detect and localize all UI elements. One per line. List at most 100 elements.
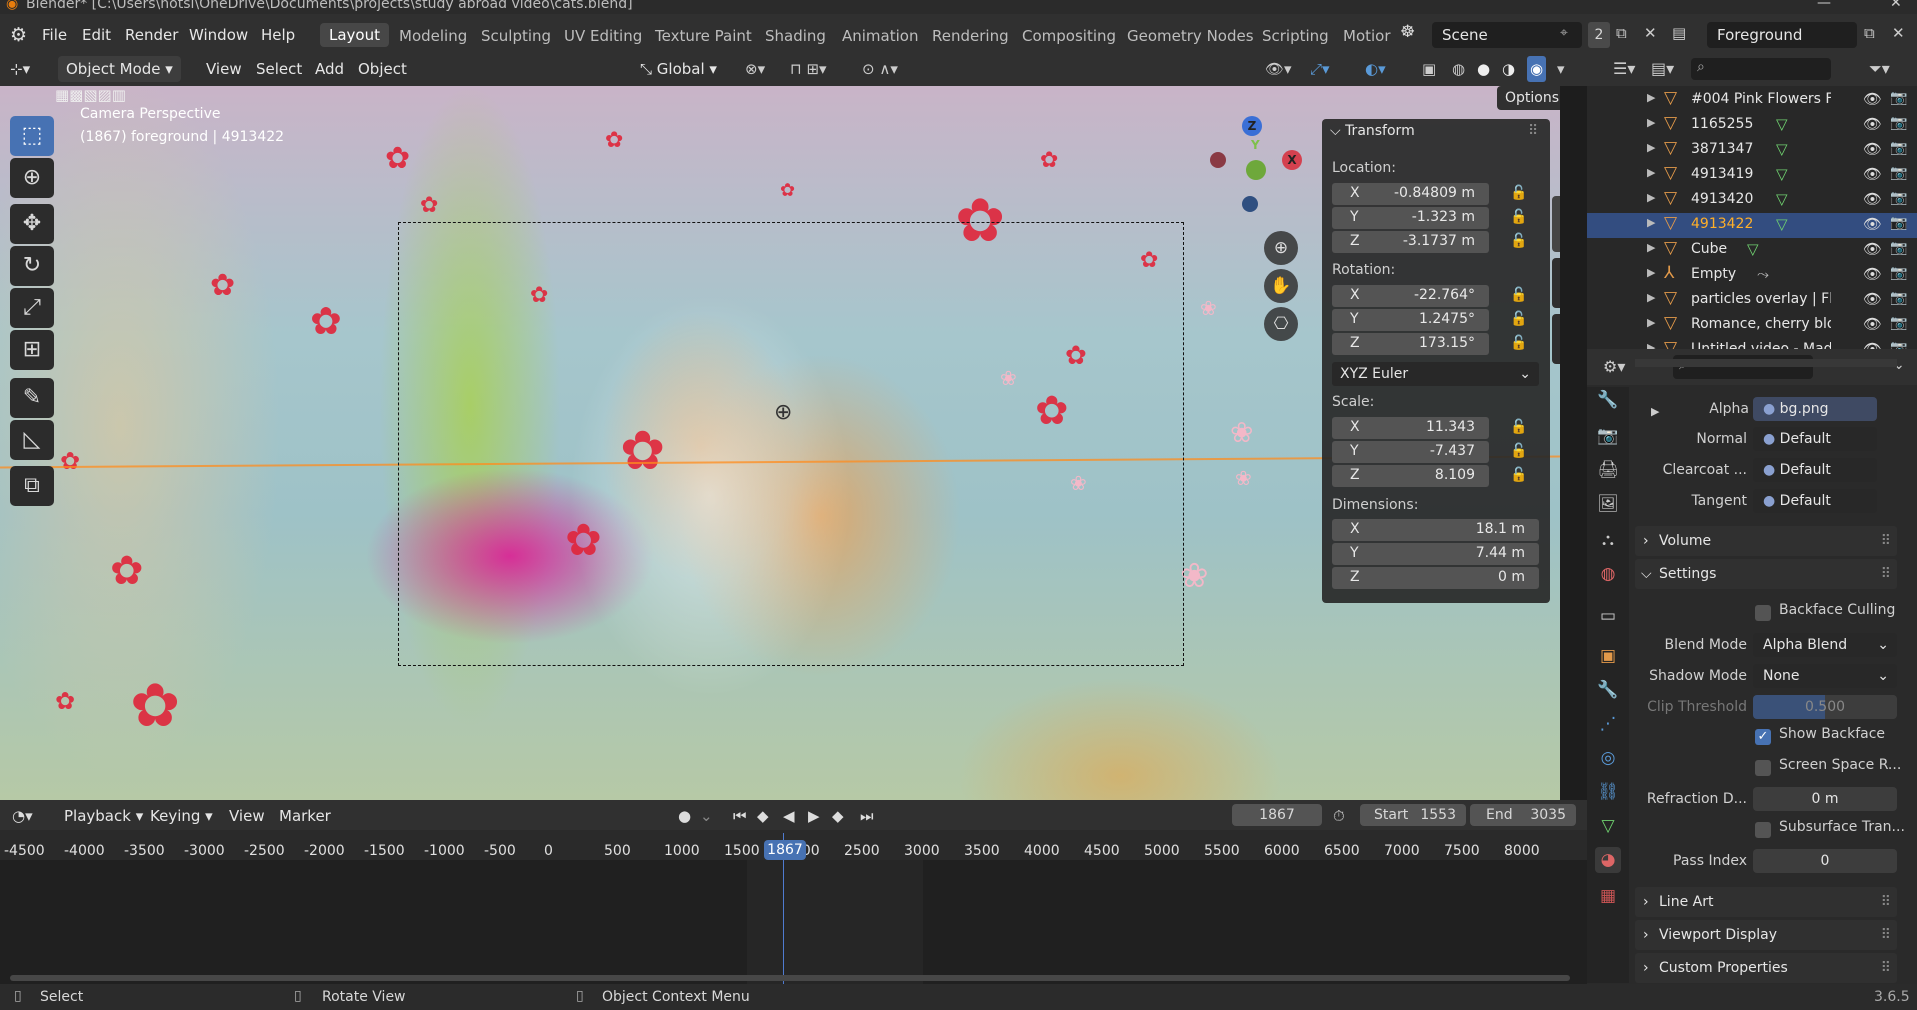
scene-icon[interactable]: ☸ [1400, 22, 1415, 42]
mode-dropdown[interactable]: Object Mode ▾ [58, 56, 181, 82]
camera-view-icon[interactable]: ⎔ [1264, 307, 1298, 341]
stopwatch-icon[interactable]: ⏱ [1333, 803, 1345, 829]
jump-start-icon[interactable]: ⏮ [733, 803, 747, 829]
viewport-display-panel-header[interactable]: › Viewport Display ⠿ [1635, 920, 1897, 950]
select-box-tool-icon[interactable]: ⬚ [10, 116, 54, 156]
blend-mode-dropdown[interactable]: Alpha Blend ⌄ [1753, 633, 1897, 657]
rotation-x-field[interactable]: X -22.764° [1332, 285, 1489, 307]
record-icon[interactable]: ● [678, 803, 691, 829]
scale-x-field[interactable]: X 11.343 [1332, 417, 1489, 439]
pan-hand-icon[interactable]: ✋ [1264, 269, 1298, 303]
drag-handle-icon[interactable]: ⠿ [1881, 953, 1891, 983]
lock-icon[interactable]: 🔓 [1510, 443, 1527, 459]
pass-index-field[interactable]: 0 [1753, 849, 1897, 873]
visibility-icon[interactable]: 👁▾ [1265, 56, 1292, 82]
collection-properties-icon[interactable]: ▭ [1595, 603, 1621, 629]
editor-type-icon[interactable]: ⚙▾ [1603, 357, 1625, 376]
rendered-shading-icon[interactable]: ◉ [1527, 56, 1547, 82]
outliner-row[interactable]: ▶ ▽ 1165255 ▽ 👁 📷 [1587, 113, 1917, 138]
outliner-item-name[interactable]: 3871347 [1691, 141, 1831, 157]
visibility-eye-icon[interactable]: 👁 [1863, 115, 1882, 133]
render-camera-icon[interactable]: 📷 [1890, 90, 1907, 106]
tab-texture-paint[interactable]: Texture Paint [655, 27, 752, 45]
transform-orientation-dropdown[interactable]: ⤡ Global ▾ [640, 56, 717, 82]
expand-arrow-icon[interactable]: ▶ [1647, 216, 1655, 229]
3d-viewport[interactable]: ▦▩▧▨▥ Options ▾ ✿ ✿ ✿ ✿ ✿ ✿ ✿ ✿ ✿ ✿ ✿ ✿ … [0, 86, 1560, 800]
drag-handle-icon[interactable]: ⠿ [1528, 123, 1538, 139]
cursor-tool-icon[interactable]: ⊕ [10, 158, 54, 198]
outliner-item-name[interactable]: particles overlay | Flc [1691, 291, 1831, 307]
visibility-eye-icon[interactable]: 👁 [1863, 265, 1882, 283]
shadow-mode-dropdown[interactable]: None ⌄ [1753, 664, 1897, 688]
gizmo-toggle-icon[interactable]: ⤢▾ [1310, 56, 1330, 82]
backface-culling-checkbox[interactable] [1755, 605, 1771, 621]
location-z-field[interactable]: Z -3.1737 m [1332, 231, 1489, 253]
modifier-properties-icon[interactable]: 🔧 [1595, 677, 1621, 703]
menu-edit[interactable]: Edit [82, 26, 111, 44]
render-camera-icon[interactable]: 📷 [1890, 290, 1907, 306]
normal-input-socket[interactable]: ● Default [1753, 427, 1877, 451]
subsurface-translucency-checkbox[interactable] [1755, 822, 1771, 838]
data-properties-icon[interactable]: ▽ [1595, 813, 1621, 839]
xray-icon[interactable]: ▣ [1422, 56, 1436, 82]
constraints-properties-icon[interactable]: ⛓ [1595, 779, 1621, 805]
tab-scripting[interactable]: Scripting [1262, 27, 1329, 45]
custom-properties-panel-header[interactable]: › Custom Properties ⠿ [1635, 953, 1897, 983]
visibility-eye-icon[interactable]: 👁 [1863, 290, 1882, 308]
location-x-field[interactable]: X -0.84809 m [1332, 183, 1489, 205]
visibility-eye-icon[interactable]: 👁 [1863, 215, 1882, 233]
screen-space-refraction-checkbox[interactable] [1755, 760, 1771, 776]
scene-user-count[interactable]: 2 [1588, 22, 1610, 48]
menu-select[interactable]: Select [256, 56, 302, 82]
settings-panel-header[interactable]: ⌵ Settings ⠿ [1635, 559, 1897, 589]
outliner-row[interactable]: ▶ ▽ 4913419 ▽ 👁 📷 [1587, 163, 1917, 188]
mesh-data-icon[interactable]: ▽ [1776, 190, 1788, 208]
lock-icon[interactable]: 🔓 [1510, 233, 1527, 249]
outliner-item-name[interactable]: Cube [1691, 241, 1831, 257]
outliner-row[interactable]: ▶ ▽ #004 Pink Flowers Fal 👁 📷 [1587, 88, 1917, 113]
gizmo-neg-x-axis[interactable] [1210, 152, 1226, 168]
close-icon[interactable]: ✕ [1890, 0, 1902, 10]
scale-z-field[interactable]: Z 8.109 [1332, 465, 1489, 487]
dimensions-x-field[interactable]: X 18.1 m [1332, 519, 1539, 541]
texture-properties-icon[interactable]: ▦ [1595, 883, 1621, 909]
expand-arrow-icon[interactable]: ▶ [1647, 191, 1655, 204]
visibility-eye-icon[interactable]: 👁 [1863, 90, 1882, 108]
render-camera-icon[interactable]: 📷 [1890, 140, 1907, 156]
mesh-data-icon[interactable]: ▽ [1747, 240, 1759, 258]
rotation-z-field[interactable]: Z 173.15° [1332, 333, 1489, 355]
new-scene-icon[interactable]: ⧉ [1616, 24, 1627, 42]
gizmo-y-axis[interactable]: Y [1246, 138, 1266, 180]
tab-motion[interactable]: Motior [1343, 27, 1391, 45]
proportional-edit-icon[interactable]: ⊙ ∧▾ [862, 56, 898, 82]
menu-add[interactable]: Add [315, 56, 344, 82]
new-view-layer-icon[interactable]: ⧉ [1864, 24, 1875, 42]
visibility-eye-icon[interactable]: 👁 [1863, 190, 1882, 208]
tab-item[interactable]: Item [1552, 196, 1560, 252]
visibility-eye-icon[interactable]: 👁 [1863, 240, 1882, 258]
minimize-icon[interactable]: — [1817, 0, 1831, 10]
outliner-item-name[interactable]: 4913422 [1691, 216, 1831, 232]
filter-icon[interactable]: ⏷▾ [1869, 59, 1890, 79]
visibility-eye-icon[interactable]: 👁 [1863, 165, 1882, 183]
menu-view[interactable]: View [206, 56, 242, 82]
tab-sculpting[interactable]: Sculpting [481, 27, 551, 45]
playhead-frame-badge[interactable]: 1867 [764, 840, 806, 860]
end-frame-field[interactable]: End 3035 [1470, 804, 1576, 826]
lock-icon[interactable]: 🔓 [1510, 467, 1527, 483]
expand-arrow-icon[interactable]: ▶ [1647, 241, 1655, 254]
location-y-field[interactable]: Y -1.323 m [1332, 207, 1489, 229]
particles-properties-icon[interactable]: ⋰ [1595, 711, 1621, 737]
lock-icon[interactable]: 🔓 [1510, 419, 1527, 435]
play-icon[interactable]: ▶ [808, 803, 820, 829]
render-camera-icon[interactable]: 📷 [1890, 240, 1907, 256]
tab-rendering[interactable]: Rendering [932, 27, 1009, 45]
render-camera-icon[interactable]: 📷 [1890, 190, 1907, 206]
render-camera-icon[interactable]: 📷 [1890, 165, 1907, 181]
expand-arrow-icon[interactable]: ▶ [1647, 316, 1655, 329]
view-layer-properties-icon[interactable]: 🖼 [1595, 491, 1621, 517]
drag-handle-icon[interactable]: ⠿ [1881, 559, 1891, 589]
tab-shading[interactable]: Shading [765, 27, 826, 45]
drag-handle-icon[interactable]: ⠿ [1881, 526, 1891, 556]
current-frame-field[interactable]: 1867 [1232, 804, 1322, 826]
